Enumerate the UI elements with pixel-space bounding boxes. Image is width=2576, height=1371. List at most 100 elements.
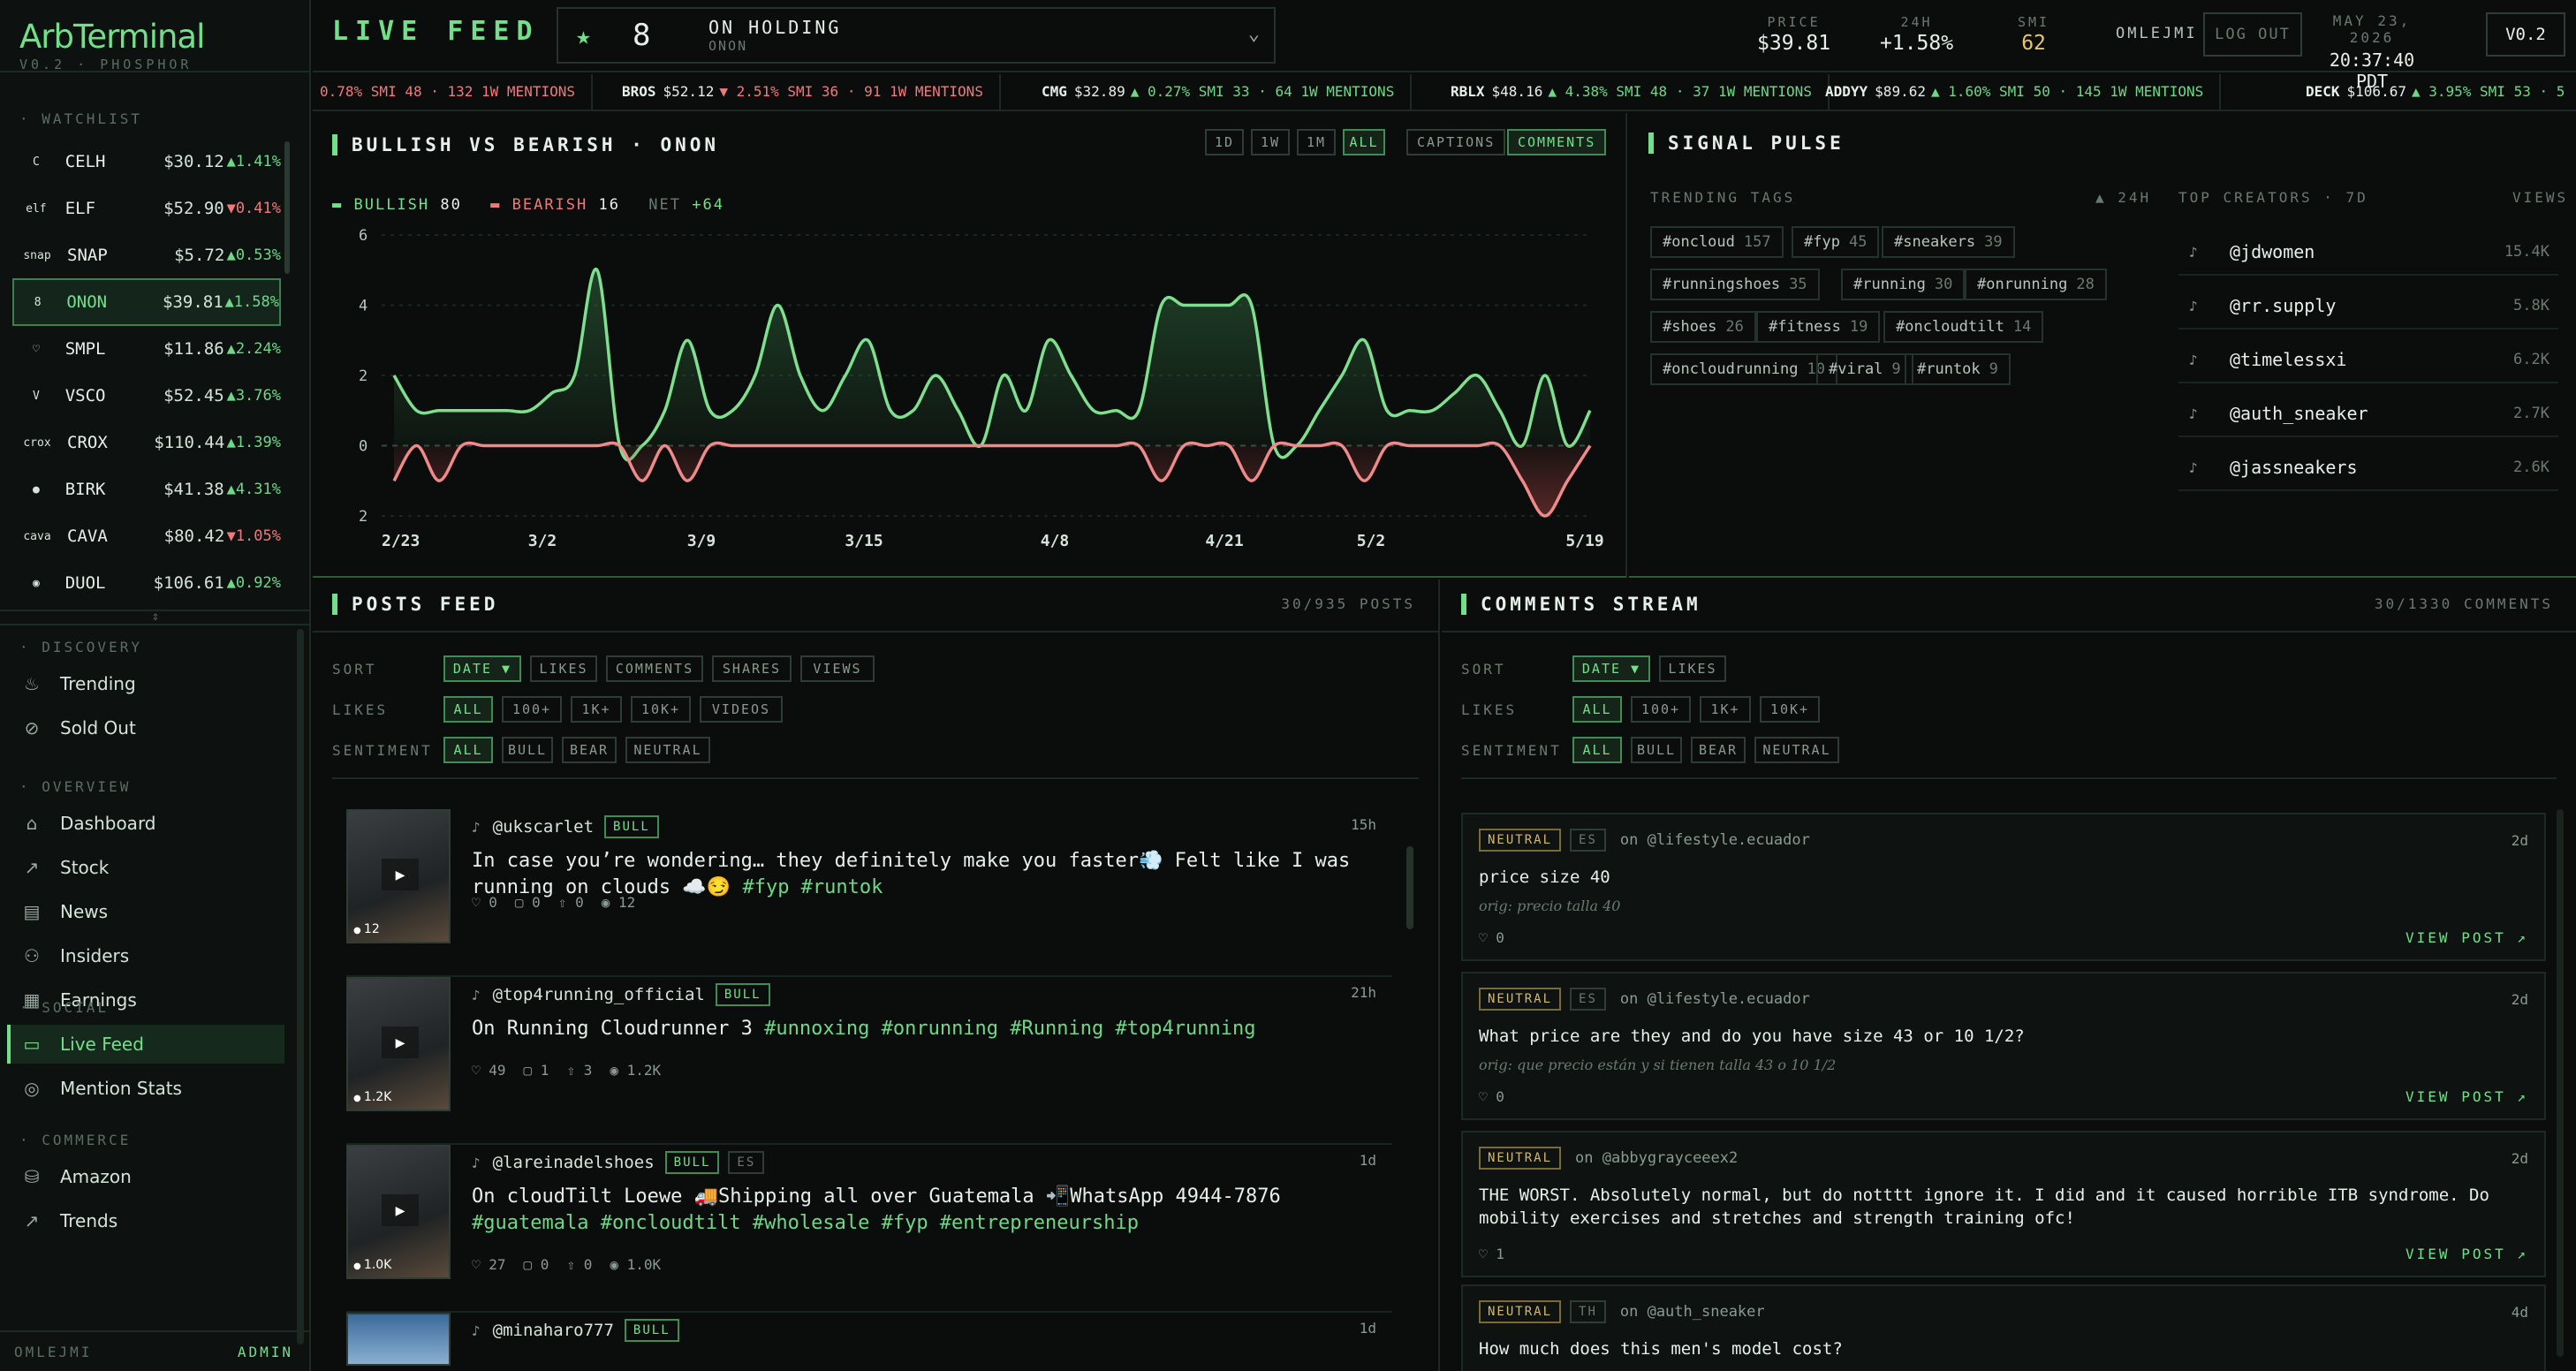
post-card[interactable]: ▶ 12 ♪ @ukscarlet BULL 15hIn case you’re wond… — [346, 809, 1392, 977]
sidebar-item-mention-stats[interactable]: ◎ Mention Stats — [7, 1069, 284, 1108]
version-button[interactable]: V0.2 — [2486, 12, 2565, 57]
post-author[interactable]: @top4running_official — [493, 985, 705, 1004]
sort-views-chip[interactable]: VIEWS — [800, 655, 875, 682]
sort-likes-chip[interactable]: LIKES — [1659, 655, 1726, 682]
sidebar-item-live-feed[interactable]: ▭ Live Feed — [7, 1025, 284, 1064]
sidebar-item-news[interactable]: ▤ News — [7, 892, 284, 931]
nav-scrollbar[interactable] — [297, 629, 304, 1344]
play-icon[interactable]: ▶ — [382, 859, 419, 890]
sentiment-bear-chip[interactable]: BEAR — [1691, 737, 1746, 763]
sidebar-item-amazon[interactable]: ⛁ Amazon — [7, 1157, 284, 1196]
likes-10k+-chip[interactable]: 10K+ — [631, 696, 691, 723]
post-thumbnail[interactable]: ▶ 12 — [346, 809, 451, 943]
trending-tag[interactable]: #onrunning 28 — [1965, 269, 2107, 300]
post-hashtags[interactable]: #unnoxing #onrunning #Running #top4runni… — [764, 1018, 1255, 1040]
creator-row[interactable]: ♪ @jdwomen 15.4K — [2178, 230, 2558, 276]
sentiment-all-chip[interactable]: ALL — [1572, 737, 1622, 763]
sort-shares-chip[interactable]: SHARES — [712, 655, 792, 682]
creator-row[interactable]: ♪ @jassneakers 2.6K — [2178, 445, 2558, 491]
comment-source[interactable]: on @abbygrayceeex2 — [1575, 1149, 1738, 1167]
creator-row[interactable]: ♪ @rr.supply 5.8K — [2178, 284, 2558, 329]
comment-card[interactable]: NEUTRAL ES on @lifestyle.ecuador 2d price si… — [1461, 813, 2546, 961]
watchlist-item-crox[interactable]: crox CROX $110.44 ▲1.39% — [12, 419, 281, 466]
ticker-item[interactable]: BROS $52.12 ▼ 2.51% SMI 36 · 91 1W MENTION… — [622, 74, 1001, 110]
comment-source[interactable]: on @lifestyle.ecuador — [1620, 990, 1810, 1008]
ticker-item[interactable]: CMG $32.89 ▲ 0.27% SMI 33 · 64 1W MENTIONS — [1042, 74, 1413, 110]
sidebar-item-trending[interactable]: ♨ Trending — [7, 664, 284, 703]
sentiment-neutral-chip[interactable]: NEUTRAL — [1754, 737, 1839, 763]
sort-likes-chip[interactable]: LIKES — [530, 655, 597, 682]
posts-scrollbar[interactable] — [1406, 846, 1413, 929]
sidebar-item-trends[interactable]: ↗ Trends — [7, 1201, 284, 1240]
post-author[interactable]: @lareinadelshoes — [493, 1153, 655, 1172]
star-icon[interactable]: ★ — [576, 21, 602, 50]
post-card[interactable]: ▶ 1.0K ♪ @lareinadelshoes BULL ES 1d On cloudTi… — [346, 1145, 1392, 1313]
sort-date-chip[interactable]: DATE ▼ — [1572, 655, 1650, 682]
comment-card[interactable]: NEUTRAL TH on @auth_sneaker 4d How much does… — [1461, 1284, 2546, 1371]
trending-tag[interactable]: #running 30 — [1841, 269, 1966, 300]
sidebar-item-dashboard[interactable]: ⌂ Dashboard — [7, 804, 284, 843]
play-icon[interactable]: ▶ — [382, 1194, 419, 1226]
post-card[interactable]: ♪ @minaharo777 BULL 1d — [346, 1313, 1392, 1371]
watchlist-item-celh[interactable]: C CELH $30.12 ▲1.41% — [12, 138, 281, 186]
likes-all-chip[interactable]: ALL — [443, 696, 493, 723]
watchlist-item-birk[interactable]: ● BIRK $41.38 ▲4.31% — [12, 466, 281, 513]
logout-button[interactable]: LOG OUT — [2203, 12, 2302, 57]
ticker-item[interactable]: RBLX $48.16 ▲ 4.38% SMI 48 · 37 1W MENTION… — [1451, 74, 1830, 110]
likes-1k+-chip[interactable]: 1K+ — [1700, 696, 1751, 723]
watchlist-item-onon[interactable]: 8 ONON $39.81 ▲1.58% — [12, 278, 281, 326]
likes-all-chip[interactable]: ALL — [1572, 696, 1622, 723]
post-author[interactable]: @minaharo777 — [493, 1321, 614, 1340]
comments-scrollbar[interactable] — [2557, 809, 2564, 1357]
likes-videos-chip[interactable]: VIDEOS — [700, 696, 783, 723]
post-thumbnail[interactable]: ▶ 1.0K — [346, 1145, 451, 1279]
play-icon[interactable]: ▶ — [382, 1026, 419, 1058]
sidebar-item-sold-out[interactable]: ⊘ Sold Out — [7, 708, 284, 747]
watchlist-item-cava[interactable]: cava CAVA $80.42 ▼1.05% — [12, 512, 281, 560]
trending-tag[interactable]: #runningshoes 35 — [1650, 269, 1820, 300]
trending-tag[interactable]: #oncloudrunning 10 — [1650, 353, 1838, 385]
watchlist-item-duol[interactable]: ◉ DUOL $106.61 ▲0.92% — [12, 559, 281, 607]
trending-tag[interactable]: #oncloud 157 — [1650, 226, 1784, 258]
sort-date-chip[interactable]: DATE ▼ — [443, 655, 521, 682]
sort-comments-chip[interactable]: COMMENTS — [606, 655, 703, 682]
sidebar-item-stock[interactable]: ↗ Stock — [7, 848, 284, 887]
likes-100+-chip[interactable]: 100+ — [502, 696, 562, 723]
trending-tag[interactable]: #shoes 26 — [1650, 311, 1756, 343]
likes-1k+-chip[interactable]: 1K+ — [571, 696, 622, 723]
comment-card[interactable]: NEUTRAL on @abbygrayceeex2 2d THE WORST. Ab… — [1461, 1131, 2546, 1277]
sentiment-bull-chip[interactable]: BULL — [1631, 737, 1682, 763]
ticker-item[interactable]: DECK $106.67 ▲ 3.95% SMI 53 · 5 — [2306, 83, 2565, 100]
trending-tag[interactable]: #sneakers 39 — [1882, 226, 2015, 258]
sentiment-bull-chip[interactable]: BULL — [502, 737, 553, 763]
trending-tag[interactable]: #fitness 19 — [1756, 311, 1881, 343]
post-hashtags[interactable]: #fyp #runtok — [742, 876, 883, 898]
trending-tag[interactable]: #viral 9 — [1816, 353, 1913, 385]
sentiment-all-chip[interactable]: ALL — [443, 737, 493, 763]
watchlist-item-smpl[interactable]: ♡ SMPL $11.86 ▲2.24% — [12, 325, 281, 373]
creator-row[interactable]: ♪ @auth_sneaker 2.7K — [2178, 391, 2558, 437]
watchlist-scrollbar[interactable] — [284, 141, 290, 274]
creator-row[interactable]: ♪ @timelessxi 6.2K — [2178, 337, 2558, 383]
comment-source[interactable]: on @lifestyle.ecuador — [1620, 831, 1810, 849]
resize-handle[interactable]: ⇕ — [0, 610, 311, 625]
chevron-down-icon[interactable]: ⌄ — [1248, 23, 1260, 45]
sidebar-item-insiders[interactable]: ⚇ Insiders — [7, 936, 284, 975]
watchlist-item-vsco[interactable]: V VSCO $52.45 ▲3.76% — [12, 372, 281, 420]
likes-10k+-chip[interactable]: 10K+ — [1760, 696, 1820, 723]
post-thumbnail[interactable]: ▶ 1.2K — [346, 977, 451, 1111]
ticker-item[interactable]: 0.78% SMI 48 · 132 1W MENTIONS — [320, 74, 593, 110]
trending-tag[interactable]: #oncloudtilt 14 — [1883, 311, 2044, 343]
trending-tag[interactable]: #runtok 9 — [1905, 353, 2011, 385]
sentiment-neutral-chip[interactable]: NEUTRAL — [625, 737, 710, 763]
watchlist-item-snap[interactable]: snap SNAP $5.72 ▲0.53% — [12, 231, 281, 279]
ticker-item[interactable]: ADDYY $89.62 ▲ 1.60% SMI 50 · 145 1W MENTI… — [1825, 74, 2222, 110]
post-hashtags[interactable]: #guatemala #oncloudtilt #wholesale #fyp … — [472, 1212, 1139, 1234]
view-post-link[interactable]: VIEW POST ↗ — [2406, 929, 2528, 946]
comment-source[interactable]: on @auth_sneaker — [1620, 1303, 1765, 1321]
post-thumbnail[interactable] — [346, 1313, 451, 1366]
sentiment-bear-chip[interactable]: BEAR — [562, 737, 617, 763]
likes-100+-chip[interactable]: 100+ — [1631, 696, 1691, 723]
view-post-link[interactable]: VIEW POST ↗ — [2406, 1246, 2528, 1262]
trending-tag[interactable]: #fyp 45 — [1792, 226, 1880, 258]
